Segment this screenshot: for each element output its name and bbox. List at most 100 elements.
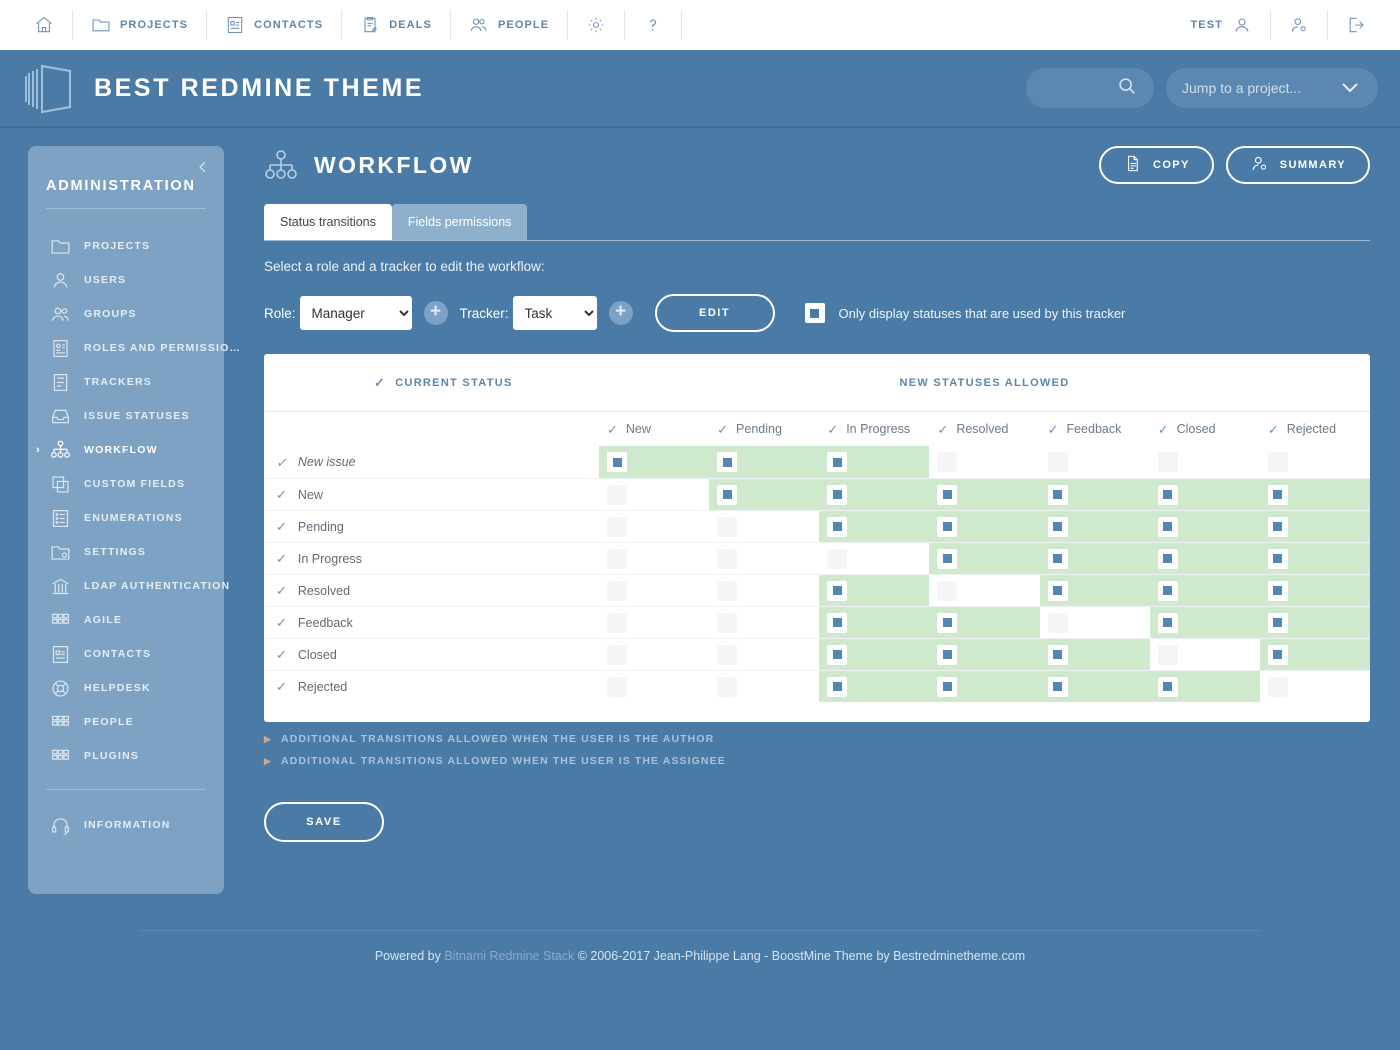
transition-checkbox[interactable] (1157, 676, 1178, 697)
sidebar-item-helpdesk[interactable]: HELPDESK (28, 671, 224, 705)
add-role-button[interactable]: + (423, 301, 448, 325)
transition-checkbox[interactable] (1267, 516, 1288, 537)
transition-checkbox[interactable] (1157, 644, 1178, 665)
transition-checkbox[interactable] (1047, 516, 1068, 537)
nav-item-deals[interactable]: DEALS (342, 10, 451, 40)
sidebar-item-contacts[interactable]: CONTACTS (28, 637, 224, 671)
check-icon[interactable]: ✓ (276, 680, 287, 693)
column-header-closed[interactable]: ✓ Closed (1150, 422, 1260, 436)
transition-cell[interactable] (1149, 575, 1260, 606)
sidebar-item-plugins[interactable]: PLUGINS (28, 739, 224, 773)
check-icon[interactable]: ✓ (276, 648, 287, 661)
transition-cell[interactable] (599, 511, 709, 542)
transition-cell[interactable] (709, 543, 819, 574)
transition-checkbox[interactable] (1047, 644, 1068, 665)
transition-cell[interactable] (1150, 446, 1260, 478)
column-header-feedback[interactable]: ✓ Feedback (1040, 422, 1150, 436)
transition-checkbox[interactable] (1157, 452, 1178, 472)
sidebar-item-groups[interactable]: GROUPS (28, 297, 224, 331)
transition-checkbox[interactable] (1047, 484, 1068, 505)
transition-cell[interactable] (819, 511, 930, 542)
check-icon[interactable]: ✓ (276, 584, 287, 597)
transition-checkbox[interactable] (1267, 548, 1288, 569)
transition-checkbox[interactable] (607, 516, 627, 537)
summary-button[interactable]: SUMMARY (1225, 146, 1370, 184)
sidebar-item-custom-fields[interactable]: CUSTOM FIELDS (28, 467, 224, 501)
transition-cell[interactable] (1040, 446, 1150, 478)
additional-transitions-toggle[interactable]: ▶ ADDITIONAL TRANSITIONS ALLOWED WHEN THE… (264, 728, 1370, 750)
transition-cell[interactable] (819, 607, 930, 638)
column-header-pending[interactable]: ✓ Pending (709, 422, 819, 436)
transition-checkbox[interactable] (1157, 548, 1178, 569)
nav-item-help[interactable] (625, 10, 683, 40)
check-icon[interactable]: ✓ (276, 552, 287, 565)
transition-cell[interactable] (1149, 671, 1260, 702)
save-button[interactable]: SAVE (264, 802, 384, 842)
transition-cell[interactable] (1039, 543, 1150, 574)
transition-checkbox[interactable] (827, 484, 848, 505)
transition-cell[interactable] (1039, 511, 1150, 542)
transition-cell[interactable] (929, 671, 1040, 702)
transition-checkbox[interactable] (1267, 676, 1288, 697)
transition-cell[interactable] (929, 511, 1040, 542)
transition-checkbox[interactable] (1267, 580, 1288, 601)
transition-checkbox[interactable] (827, 644, 848, 665)
chevron-left-icon[interactable] (196, 160, 210, 177)
check-icon[interactable]: ✓ (276, 456, 287, 469)
transition-cell[interactable] (709, 607, 819, 638)
transition-cell[interactable] (819, 479, 930, 510)
transition-checkbox[interactable] (1267, 612, 1288, 633)
column-header-resolved[interactable]: ✓ Resolved (929, 422, 1039, 436)
transition-cell[interactable] (819, 446, 930, 478)
transition-checkbox[interactable] (607, 644, 627, 665)
transition-checkbox[interactable] (607, 484, 627, 505)
transition-checkbox[interactable] (1047, 580, 1068, 601)
transition-checkbox[interactable] (717, 580, 738, 601)
transition-cell[interactable] (1149, 607, 1260, 638)
sidebar-item-trackers[interactable]: TRACKERS (28, 365, 224, 399)
transition-cell[interactable] (1040, 607, 1150, 638)
transition-cell[interactable] (1259, 479, 1370, 510)
transition-cell[interactable] (1039, 671, 1150, 702)
transition-checkbox[interactable] (1047, 548, 1068, 569)
tab-fields-permissions[interactable]: Fields permissions (391, 204, 528, 240)
transition-checkbox[interactable] (1047, 452, 1068, 472)
transition-cell[interactable] (929, 479, 1040, 510)
add-tracker-button[interactable]: + (608, 301, 633, 325)
transition-cell[interactable] (1039, 639, 1150, 670)
transition-checkbox[interactable] (1157, 516, 1178, 537)
transition-checkbox[interactable] (827, 676, 848, 697)
transition-cell[interactable] (1260, 671, 1370, 702)
transition-cell[interactable] (929, 543, 1040, 574)
sidebar-item-users[interactable]: USERS (28, 263, 224, 297)
transition-cell[interactable] (819, 671, 930, 702)
transition-cell[interactable] (1150, 639, 1260, 670)
transition-checkbox[interactable] (937, 516, 958, 537)
transition-cell[interactable] (1259, 511, 1370, 542)
additional-transitions-toggle[interactable]: ▶ ADDITIONAL TRANSITIONS ALLOWED WHEN THE… (264, 750, 1370, 772)
transition-checkbox[interactable] (937, 612, 958, 633)
copy-button[interactable]: COPY (1098, 146, 1214, 184)
transition-cell[interactable] (709, 511, 819, 542)
transition-checkbox[interactable] (827, 548, 848, 569)
transition-cell[interactable] (819, 543, 929, 574)
transition-checkbox[interactable] (717, 452, 738, 472)
transition-cell[interactable] (929, 446, 1039, 478)
transition-checkbox[interactable] (607, 452, 627, 472)
sidebar-item-agile[interactable]: AGILE (28, 603, 224, 637)
column-header-new[interactable]: ✓ New (599, 422, 709, 436)
transition-checkbox[interactable] (1157, 612, 1178, 633)
sidebar-item-enumerations[interactable]: ENUMERATIONS (28, 501, 224, 535)
transition-checkbox[interactable] (1267, 644, 1288, 665)
transition-checkbox[interactable] (937, 548, 958, 569)
transition-cell[interactable] (709, 575, 819, 606)
transition-checkbox[interactable] (607, 548, 627, 569)
jump-to-project-select[interactable]: Jump to a project... (1166, 68, 1378, 108)
transition-checkbox[interactable] (937, 676, 958, 697)
transition-checkbox[interactable] (607, 580, 627, 601)
nav-item-projects[interactable]: PROJECTS (73, 10, 208, 40)
nav-item-people[interactable]: PEOPLE (451, 10, 569, 40)
transition-cell[interactable] (1259, 607, 1370, 638)
transition-cell[interactable] (1149, 543, 1260, 574)
transition-cell[interactable] (1039, 575, 1150, 606)
